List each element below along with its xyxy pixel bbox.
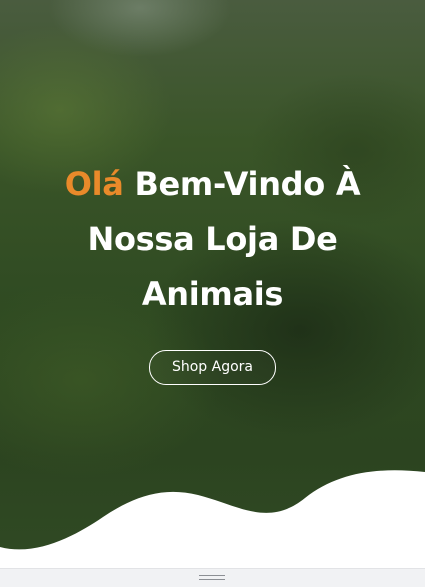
bottom-bar	[0, 568, 425, 587]
page: Olá Bem-Vindo À Nossa Loja De Animais Sh…	[0, 0, 425, 587]
hero-headline: Olá Bem-Vindo À Nossa Loja De Animais	[33, 157, 393, 322]
hero-content: Olá Bem-Vindo À Nossa Loja De Animais Sh…	[0, 157, 425, 385]
shop-now-button[interactable]: Shop Agora	[149, 350, 276, 385]
headline-accent: Olá	[64, 165, 124, 203]
hero-banner: Olá Bem-Vindo À Nossa Loja De Animais Sh…	[0, 0, 425, 568]
headline-text: Bem-Vindo À Nossa Loja De Animais	[87, 165, 361, 313]
wave-divider	[0, 470, 425, 568]
drag-handle-icon[interactable]	[199, 575, 225, 582]
